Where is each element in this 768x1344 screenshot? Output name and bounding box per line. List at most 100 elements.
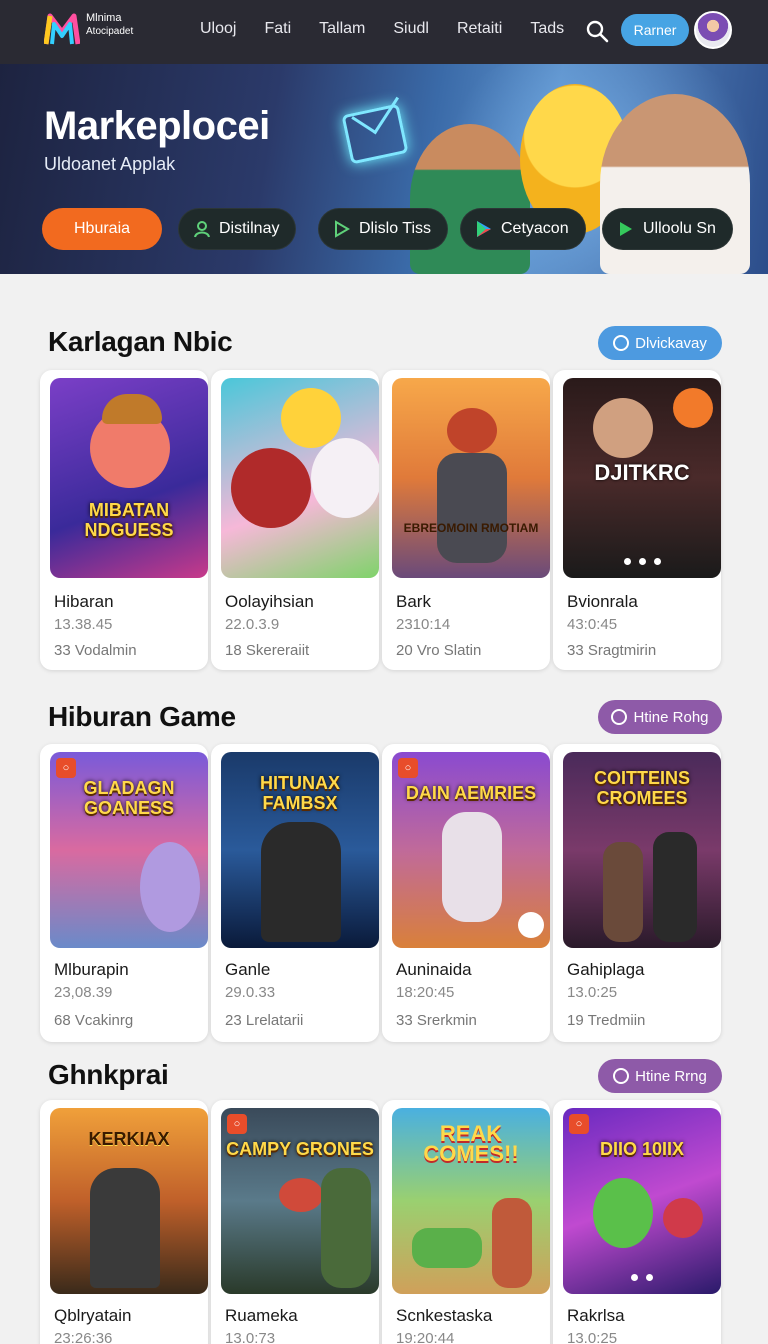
nav-link-1[interactable]: Ulooj (200, 20, 236, 38)
refresh-icon (611, 709, 628, 725)
section-title-2: Hiburan Game (48, 701, 236, 732)
card-players: 23 Lrelatarii (225, 1012, 304, 1029)
section-3-more-button[interactable]: Htine Rrng (598, 1059, 722, 1093)
hero-button-3-label: Cetyacon (501, 220, 569, 237)
envelope-icon (341, 103, 409, 165)
thumbnail-title: HITUNAX FAMBSX (260, 773, 340, 813)
game-card[interactable]: Oolayihsian 22.0.3.9 18 Skereraiit (211, 370, 379, 670)
card-time: 43:0:45 (567, 616, 618, 633)
game-thumbnail: ○ GLADAGN GOANESS (50, 752, 208, 948)
game-card[interactable]: HITUNAX FAMBSX Ganle 29.0.33 23 Lrelatar… (211, 744, 379, 1042)
game-card[interactable]: REAK COMES!! Scnkestaska 19:20:44 (382, 1100, 550, 1344)
nav-link-4[interactable]: Siudl (393, 20, 429, 38)
game-card[interactable]: ○ DIIO 10IIX Rakrlsa 13.0:25 (553, 1100, 721, 1344)
nav-link-2[interactable]: Fati (264, 20, 291, 38)
game-thumbnail: ○ DIIO 10IIX (563, 1108, 721, 1294)
card-time: 23:26:36 (54, 1330, 113, 1344)
nav-action-button[interactable]: Rarner (621, 14, 689, 46)
logo-icon[interactable] (44, 12, 80, 46)
card-title: Mlburapin (54, 960, 129, 979)
game-card[interactable]: ○ CAMPY GRONES Ruameka 13.0:73 (211, 1100, 379, 1344)
card-time: 29.0.33 (225, 984, 276, 1001)
game-thumbnail: ○ CAMPY GRONES (221, 1108, 379, 1294)
card-players: 19 Tredmiin (567, 1012, 646, 1029)
nav-link-5[interactable]: Retaiti (457, 20, 502, 38)
card-title: Ganle (225, 960, 271, 979)
hero-button-2[interactable]: Dlislo Tiss (318, 208, 449, 250)
section-1-more-button[interactable]: Dlvickavay (598, 326, 722, 360)
card-time: 19:20:44 (396, 1330, 455, 1344)
game-thumbnail: KERKIAX (50, 1108, 208, 1294)
hero-button-4[interactable]: Ulloolu Sn (602, 208, 733, 250)
card-players: 33 Srerkmin (396, 1012, 477, 1029)
section-title-1: Karlagan Nbic (48, 326, 233, 357)
card-time: 2310:14 (396, 616, 451, 633)
hero-title: Markeplocei (44, 104, 270, 148)
card-title: Auninaida (396, 960, 472, 979)
card-time: 23,08.39 (54, 984, 113, 1001)
card-title: Hibaran (54, 592, 114, 611)
card-title: Scnkestaska (396, 1306, 493, 1325)
top-nav: Mlnima Atocipadet Ulooj Fati Tallam Siud… (0, 0, 768, 64)
carousel-dots[interactable] (563, 1268, 721, 1286)
hero-primary-button[interactable]: Hburaia (42, 208, 162, 250)
card-time: 18:20:45 (396, 984, 455, 1001)
nav-link-6[interactable]: Tads (530, 20, 564, 38)
card-time: 13.0:25 (567, 1330, 618, 1344)
game-thumbnail: REAK COMES!! (392, 1108, 550, 1294)
card-time: 13.0:73 (225, 1330, 276, 1344)
game-thumbnail (221, 378, 379, 578)
game-card[interactable]: KERKIAX Qblryatain 23:26:36 (40, 1100, 208, 1344)
card-time: 13.0:25 (567, 984, 618, 1001)
section-2-more-button[interactable]: Htine Rohg (598, 700, 722, 734)
hero-subtitle: Uldoanet Applak (44, 154, 176, 174)
game-badge-icon: ○ (569, 1114, 589, 1134)
section-3-more-label: Htine Rrng (635, 1067, 707, 1085)
google-play-icon (477, 221, 491, 237)
refresh-icon (613, 335, 630, 351)
game-thumbnail: ○ DAIN AEMRIES (392, 752, 550, 948)
search-icon[interactable] (584, 18, 610, 44)
thumbnail-title: EBREOMOIN RMOTIAM (403, 521, 539, 535)
carousel-dots[interactable] (563, 552, 721, 570)
hero-button-3[interactable]: Cetyacon (460, 208, 586, 250)
game-card[interactable]: ○ GLADAGN GOANESS Mlburapin 23,08.39 68 … (40, 744, 208, 1042)
card-title: Bvionrala (567, 592, 638, 611)
game-thumbnail: DJITKRC (563, 378, 721, 578)
game-card[interactable]: ○ DAIN AEMRIES Auninaida 18:20:45 33 Sre… (382, 744, 550, 1042)
nav-link-3[interactable]: Tallam (319, 20, 365, 38)
card-players: 18 Skereraiit (225, 642, 310, 659)
hero-button-1[interactable]: Distilnay (178, 208, 297, 250)
share-icon (194, 221, 210, 238)
card-players: 33 Sragtmirin (567, 642, 657, 659)
avatar[interactable] (694, 11, 732, 49)
refresh-icon (613, 1068, 630, 1084)
hero-button-1-label: Distilnay (219, 220, 280, 237)
card-title: Rakrlsa (567, 1306, 625, 1325)
play-outline-icon (335, 220, 350, 238)
game-card[interactable]: DJITKRC Bvionrala 43:0:45 33 Sragtmirin (553, 370, 721, 670)
game-badge-icon: ○ (227, 1114, 247, 1134)
game-thumbnail: COITTEINS CROMEES (563, 752, 721, 948)
card-title: Oolayihsian (225, 592, 314, 611)
hero-button-2-label: Dlislo Tiss (359, 220, 432, 237)
game-badge-icon: ○ (398, 758, 418, 778)
section-1-more-label: Dlvickavay (635, 334, 707, 352)
play-icon (620, 222, 632, 236)
section-2-more-label: Htine Rohg (633, 708, 709, 726)
section-title-3: Ghnkprai (48, 1059, 169, 1090)
brand-line-2: Atocipadet (86, 26, 134, 37)
hero-character-soldier (410, 124, 530, 274)
hero-banner: Markeplocei Uldoanet Applak Hburaia Dist… (0, 64, 768, 274)
card-title: Gahiplaga (567, 960, 645, 979)
hero-button-4-label: Ulloolu Sn (643, 220, 716, 237)
game-card[interactable]: EBREOMOIN RMOTIAM Bark 2310:14 20 Vro Sl… (382, 370, 550, 670)
card-title: Bark (396, 592, 431, 611)
brand-name: Mlnima Atocipadet (86, 12, 133, 38)
game-card[interactable]: MIBATAN NDGUESS Hibaran 13.38.45 33 Voda… (40, 370, 208, 670)
game-badge-icon: ○ (56, 758, 76, 778)
game-card[interactable]: COITTEINS CROMEES Gahiplaga 13.0:25 19 T… (553, 744, 721, 1042)
thumbnail-title: COITTEINS CROMEES (593, 768, 690, 808)
game-thumbnail: HITUNAX FAMBSX (221, 752, 379, 948)
card-players: 20 Vro Slatin (396, 642, 482, 659)
